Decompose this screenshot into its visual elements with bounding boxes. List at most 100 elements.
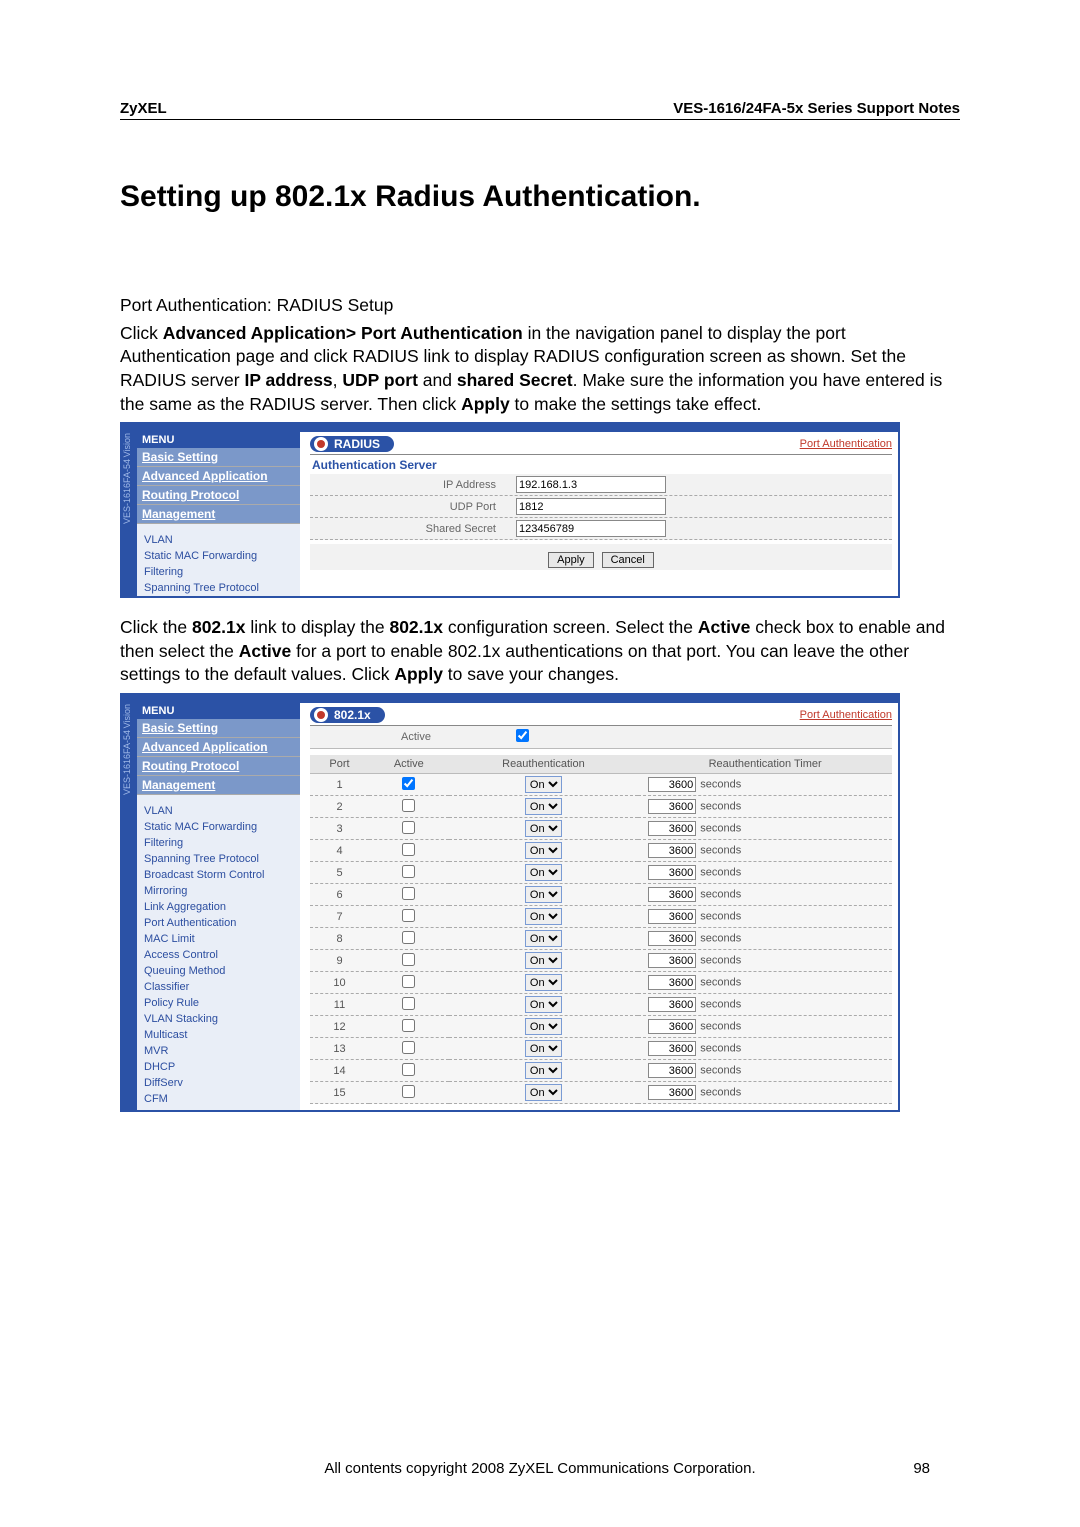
page-title: Setting up 802.1x Radius Authentication. (120, 180, 960, 214)
sidebar-sub[interactable]: Classifier (122, 979, 300, 995)
timer-input[interactable] (648, 843, 696, 858)
col-active: Active (369, 755, 449, 774)
sidebar-sub[interactable]: Mirroring (122, 883, 300, 899)
timer-input[interactable] (648, 975, 696, 990)
udp-input[interactable] (516, 498, 666, 515)
apply-button[interactable]: Apply (548, 552, 594, 568)
port-active-checkbox[interactable] (402, 1041, 415, 1054)
timer-input[interactable] (648, 931, 696, 946)
sidebar-sub[interactable]: Access Control (122, 947, 300, 963)
port-active-checkbox[interactable] (402, 1063, 415, 1076)
timer-input[interactable] (648, 1085, 696, 1100)
reauth-select[interactable]: On (525, 864, 562, 881)
sidebar-sub[interactable]: DHCP (122, 1059, 300, 1075)
sidebar-sub[interactable]: MVR (122, 1043, 300, 1059)
port-active-checkbox[interactable] (402, 777, 415, 790)
sidebar-sub[interactable]: DiffServ (122, 1075, 300, 1091)
seconds-label: seconds (700, 823, 741, 835)
timer-input[interactable] (648, 997, 696, 1012)
cancel-button[interactable]: Cancel (602, 552, 654, 568)
active-label: Active (316, 731, 516, 743)
sidebar-sub[interactable]: Spanning Tree Protocol (122, 580, 300, 596)
ip-input[interactable] (516, 476, 666, 493)
sidebar-sub[interactable]: Queuing Method (122, 963, 300, 979)
reauth-select[interactable]: On (525, 776, 562, 793)
table-row: 11Onseconds (310, 994, 892, 1016)
port-active-checkbox[interactable] (402, 953, 415, 966)
sidebar-sub[interactable]: Filtering (122, 564, 300, 580)
sidebar-sub[interactable]: Port Authentication (122, 915, 300, 931)
sidebar-sub[interactable]: Filtering (122, 835, 300, 851)
subtitle: Port Authentication: RADIUS Setup (120, 294, 960, 318)
timer-input[interactable] (648, 865, 696, 880)
sidebar-item-advanced[interactable]: Advanced Application (122, 738, 300, 757)
sidebar-sub[interactable]: Static MAC Forwarding (122, 548, 300, 564)
sidebar-item-management[interactable]: Management (122, 776, 300, 795)
port-active-checkbox[interactable] (402, 887, 415, 900)
reauth-select[interactable]: On (525, 1062, 562, 1079)
dot1x-content: 802.1x Port Authentication Active Port A… (300, 703, 898, 1110)
timer-input[interactable] (648, 1041, 696, 1056)
sidebar: Vision VES-1616FA-54 MENU Basic Setting … (122, 703, 300, 1110)
port-active-checkbox[interactable] (402, 909, 415, 922)
secret-input[interactable] (516, 520, 666, 537)
timer-input[interactable] (648, 1019, 696, 1034)
sidebar-sub[interactable]: Multicast (122, 1027, 300, 1043)
sidebar-sub[interactable]: Static MAC Forwarding (122, 819, 300, 835)
sidebar-sub[interactable]: CFM (122, 1091, 300, 1107)
timer-input[interactable] (648, 887, 696, 902)
reauth-select[interactable]: On (525, 930, 562, 947)
sidebar-item-routing[interactable]: Routing Protocol (122, 757, 300, 776)
port-active-checkbox[interactable] (402, 997, 415, 1010)
reauth-select[interactable]: On (525, 842, 562, 859)
timer-input[interactable] (648, 1063, 696, 1078)
port-active-checkbox[interactable] (402, 821, 415, 834)
ip-address-row: IP Address (310, 474, 892, 496)
reauth-select[interactable]: On (525, 1018, 562, 1035)
reauth-select[interactable]: On (525, 974, 562, 991)
sidebar-sub[interactable]: VLAN Stacking (122, 1011, 300, 1027)
sidebar-item-routing[interactable]: Routing Protocol (122, 486, 300, 505)
reauth-select[interactable]: On (525, 1040, 562, 1057)
reauth-select[interactable]: On (525, 886, 562, 903)
sidebar-item-basic[interactable]: Basic Setting (122, 448, 300, 467)
sidebar-sub[interactable]: Link Aggregation (122, 899, 300, 915)
table-row: 12Onseconds (310, 1016, 892, 1038)
timer-input[interactable] (648, 953, 696, 968)
port-active-checkbox[interactable] (402, 1085, 415, 1098)
sidebar-item-management[interactable]: Management (122, 505, 300, 524)
reauth-select[interactable]: On (525, 952, 562, 969)
timer-input[interactable] (648, 799, 696, 814)
port-active-checkbox[interactable] (402, 975, 415, 988)
sidebar-sub[interactable]: Policy Rule (122, 995, 300, 1011)
reauth-select[interactable]: On (525, 820, 562, 837)
port-auth-link[interactable]: Port Authentication (800, 709, 892, 721)
port-active-checkbox[interactable] (402, 931, 415, 944)
reauth-select[interactable]: On (525, 798, 562, 815)
sidebar-sub[interactable]: Spanning Tree Protocol (122, 851, 300, 867)
port-cell: 3 (310, 818, 369, 840)
port-active-checkbox[interactable] (402, 865, 415, 878)
timer-input[interactable] (648, 909, 696, 924)
port-active-checkbox[interactable] (402, 799, 415, 812)
table-row: 8Onseconds (310, 928, 892, 950)
sidebar-sub[interactable]: VLAN (122, 803, 300, 819)
sidebar-sub[interactable]: VLAN (122, 532, 300, 548)
port-active-checkbox[interactable] (402, 1019, 415, 1032)
port-table: Port Active Reauthentication Reauthentic… (310, 755, 892, 1104)
table-row: 5Onseconds (310, 862, 892, 884)
sidebar-item-advanced[interactable]: Advanced Application (122, 467, 300, 486)
timer-input[interactable] (648, 821, 696, 836)
port-auth-link[interactable]: Port Authentication (800, 438, 892, 450)
port-active-checkbox[interactable] (402, 843, 415, 856)
sidebar-item-basic[interactable]: Basic Setting (122, 719, 300, 738)
timer-input[interactable] (648, 777, 696, 792)
sidebar-sub[interactable]: MAC Limit (122, 931, 300, 947)
col-port: Port (310, 755, 369, 774)
radius-screenshot: Vision VES-1616FA-54 MENU Basic Setting … (120, 422, 900, 598)
global-active-checkbox[interactable] (516, 729, 529, 742)
reauth-select[interactable]: On (525, 1084, 562, 1101)
reauth-select[interactable]: On (525, 908, 562, 925)
reauth-select[interactable]: On (525, 996, 562, 1013)
sidebar-sub[interactable]: Broadcast Storm Control (122, 867, 300, 883)
